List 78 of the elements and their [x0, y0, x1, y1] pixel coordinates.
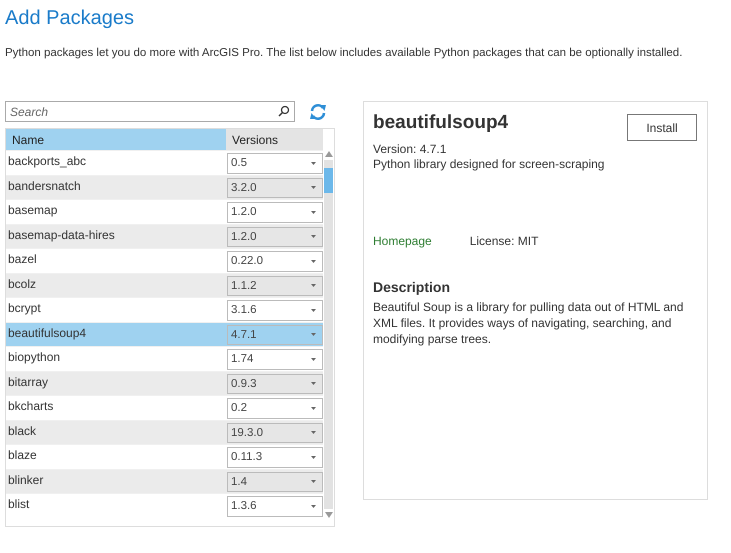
package-name: blinker	[7, 472, 44, 488]
package-name: blist	[7, 496, 30, 513]
caret-icon	[311, 210, 316, 214]
caret-icon	[311, 382, 316, 386]
description-text: Beautiful Soup is a library for pulling data out of HTML and XML files. It provides ways of navigating, searching, and modifying parse trees.	[373, 299, 684, 347]
caret-icon	[311, 406, 316, 410]
package-title: beautifulsoup4	[373, 112, 508, 134]
intro-text: Python packages let you do more with ArcGIS Pro. The list below includes available Python packages that can be optionally installed.	[5, 47, 684, 59]
package-name: basemap	[7, 202, 58, 219]
column-header[interactable]: Name	[6, 129, 226, 150]
version-dropdown[interactable]: 1.4	[227, 472, 323, 492]
scroll-up-arrow-icon[interactable]	[324, 151, 332, 157]
package-name: bkcharts	[7, 398, 54, 415]
version-dropdown[interactable]: 1.3.6	[227, 496, 323, 516]
version-dropdown[interactable]: 19.3.0	[227, 422, 323, 443]
scroll-down-arrow-icon[interactable]	[324, 512, 332, 518]
package-name: bandersnatch	[7, 178, 82, 194]
package-row[interactable]: blist 1.3.6	[6, 493, 323, 518]
install-button[interactable]: Install	[627, 114, 697, 141]
package-row[interactable]: bcolz 1.1.2	[6, 272, 323, 297]
package-row[interactable]: blinker 1.4	[6, 468, 323, 493]
homepage-link[interactable]: Homepage	[373, 234, 432, 248]
caret-icon	[311, 284, 316, 288]
package-row[interactable]: bazel 0.22.0	[6, 248, 323, 272]
package-row[interactable]: beautifulsoup4 4.7.1	[6, 322, 323, 346]
package-name: beautifulsoup4	[7, 324, 88, 342]
package-name: basemap-data-hires	[7, 226, 116, 244]
package-row[interactable]: black 19.3.0	[6, 420, 323, 444]
column-header[interactable]: Versions	[226, 129, 323, 150]
caret-icon	[311, 358, 316, 361]
package-name: biopython	[7, 349, 62, 366]
version-dropdown[interactable]: 3.1.6	[227, 300, 323, 320]
page-title: Add Packages	[5, 7, 135, 31]
package-name: blaze	[7, 447, 38, 464]
package-row[interactable]: bitarray 0.9.3	[6, 370, 323, 395]
version-dropdown[interactable]: 0.5	[227, 153, 323, 174]
package-name: bitarray	[7, 374, 50, 390]
version-dropdown[interactable]: 0.9.3	[227, 374, 323, 394]
package-name: bazel	[7, 251, 38, 268]
caret-icon	[311, 235, 316, 238]
caret-icon	[311, 456, 316, 459]
package-name: backports_abc	[7, 153, 88, 170]
summary-text: Python library designed for screen-scraping	[373, 157, 606, 171]
version-dropdown[interactable]: 1.1.2	[227, 276, 323, 296]
caret-icon	[311, 431, 316, 434]
version-dropdown[interactable]: 0.2	[227, 398, 323, 418]
package-row[interactable]: bkcharts 0.2	[6, 395, 323, 420]
package-row[interactable]: biopython 1.74	[6, 346, 323, 370]
package-row[interactable]: basemap 1.2.0	[6, 199, 323, 224]
version-dropdown[interactable]: 0.22.0	[227, 251, 323, 272]
search-field[interactable]: Search	[5, 101, 295, 122]
version-dropdown[interactable]: 3.2.0	[227, 178, 323, 198]
scrollbar-thumb[interactable]	[324, 168, 333, 193]
version-dropdown[interactable]: 1.2.0	[227, 202, 323, 222]
version-text: Version: 4.7.1	[373, 142, 448, 156]
caret-icon	[311, 480, 316, 484]
caret-icon	[311, 260, 316, 263]
caret-icon	[311, 162, 316, 165]
package-row[interactable]: bandersnatch 3.2.0	[6, 174, 323, 199]
version-dropdown[interactable]: 4.7.1	[227, 324, 323, 345]
package-name: bcrypt	[7, 300, 42, 317]
description-heading: Description	[373, 279, 452, 295]
package-name: bcolz	[7, 276, 38, 292]
caret-icon	[311, 186, 316, 190]
package-name: black	[7, 422, 38, 440]
refresh-icon[interactable]	[309, 102, 327, 120]
version-dropdown[interactable]: 1.74	[227, 349, 323, 370]
package-row[interactable]: blaze 0.11.3	[6, 444, 323, 468]
version-dropdown[interactable]: 0.11.3	[227, 447, 323, 468]
license-text: License: MIT	[470, 234, 538, 248]
package-row[interactable]: basemap-data-hires 1.2.0	[6, 224, 323, 248]
version-dropdown[interactable]: 1.2.0	[227, 226, 323, 247]
search-icon	[278, 105, 290, 117]
caret-icon	[311, 504, 316, 508]
caret-icon	[311, 333, 316, 336]
package-row[interactable]: bcrypt 3.1.6	[6, 297, 323, 322]
caret-icon	[311, 308, 316, 312]
package-row[interactable]: backports_abc 0.5	[6, 150, 323, 174]
